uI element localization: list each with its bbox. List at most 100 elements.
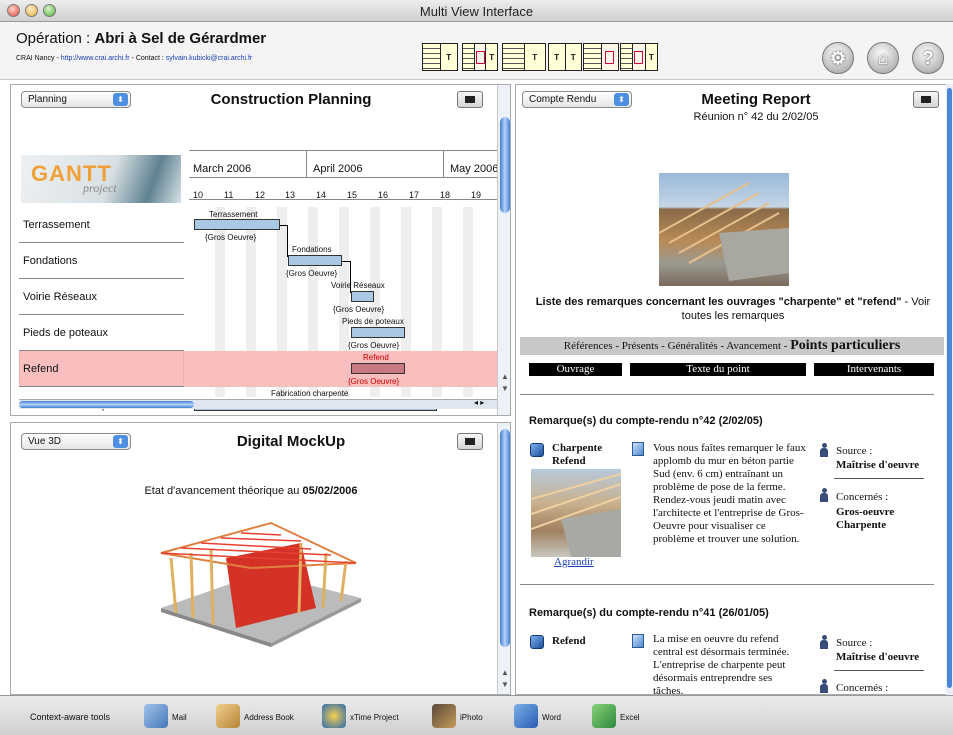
3d-model-view[interactable] <box>151 513 371 648</box>
scroll-down-icon[interactable]: ▼ <box>498 679 510 691</box>
enlarge-photo-link[interactable]: Agrandir <box>554 556 594 568</box>
maximize-view-button[interactable] <box>913 91 939 108</box>
planning-vscrollbar[interactable]: ▲ ▼ <box>497 85 510 415</box>
day-label: 19 <box>471 190 482 200</box>
task-row-terrassement[interactable]: Terrassement <box>19 207 184 243</box>
layout-grid-button[interactable] <box>583 43 619 71</box>
planning-panel: Planning ⬍ Construction Planning GANTT pr… <box>10 84 511 416</box>
column-ouvrage: Ouvrage <box>529 363 622 376</box>
text-block-icon: T <box>532 52 538 62</box>
report-vscrollbar[interactable] <box>946 84 953 695</box>
task-row-voirie[interactable]: Voirie Réseaux <box>19 279 184 315</box>
status-date: 05/02/2006 <box>302 485 358 497</box>
text-block-icon: T <box>570 52 576 62</box>
scroll-up-icon[interactable]: ▲ <box>498 667 510 679</box>
text-block-icon: T <box>648 52 654 62</box>
remark-photo[interactable] <box>530 469 622 557</box>
mockup-title: Digital MockUp <box>236 433 346 450</box>
help-icon: ? <box>922 47 934 68</box>
meeting-site-photo[interactable] <box>658 173 789 286</box>
text-block-icon: T <box>489 52 495 62</box>
layout-doc-chart-text-button[interactable]: T <box>462 43 498 71</box>
context-dock: Context-aware tools Mail Address Book xT… <box>0 695 953 735</box>
layout-double-text-button[interactable]: TT <box>548 43 582 71</box>
dock-iphoto-label[interactable]: iPhoto <box>460 713 483 722</box>
bar-group: {Gros Oeuvre} <box>348 341 400 350</box>
settings-icon: ⚙ <box>829 47 847 68</box>
month-april: April 2006 <box>307 151 444 177</box>
dependency-arrow <box>342 261 351 293</box>
gantt-bar-fondations[interactable] <box>288 255 342 266</box>
gantt-hscrollbar[interactable]: ◂ ▸ <box>19 398 499 409</box>
ouvrage-refend-41[interactable]: Refend <box>552 635 586 647</box>
layout-quad-button[interactable]: T <box>620 43 658 71</box>
iphoto-icon[interactable] <box>432 704 456 728</box>
report-view-selector[interactable]: Compte Rendu ⬍ <box>522 91 632 108</box>
remarks-heading-text: Liste des remarques concernant les ouvra… <box>535 296 902 308</box>
remark-heading-41: Remarque(s) du compte-rendu n°41 (26/01/… <box>529 607 769 619</box>
card-block-icon <box>474 44 487 70</box>
scroll-arrows-icon[interactable]: ◂ ▸ <box>474 398 484 407</box>
mail-icon[interactable] <box>144 704 168 728</box>
dock-addressbook-label[interactable]: Address Book <box>244 713 294 722</box>
dock-word-label[interactable]: Word <box>542 713 561 722</box>
text-block-icon: T <box>549 44 566 70</box>
document-icon <box>632 442 644 456</box>
card-block-icon <box>633 44 646 70</box>
card-block-icon <box>601 44 618 70</box>
task-row-pieds[interactable]: Pieds de poteaux <box>19 315 184 351</box>
dock-excel-label[interactable]: Excel <box>620 713 640 722</box>
report-nav: Références - Présents - Généralités - Av… <box>520 337 944 355</box>
person-icon <box>819 488 829 502</box>
status-text: Etat d'avancement théorique au <box>144 485 303 497</box>
task-row-refend[interactable]: Refend <box>19 351 184 387</box>
nav-points-particuliers[interactable]: Points particuliers <box>790 338 900 353</box>
bar-label: Fabrication charpente <box>271 389 349 398</box>
gantt-bar-refend[interactable] <box>351 363 405 374</box>
vscroll-thumb[interactable] <box>500 117 510 213</box>
gantt-bar-terrassement[interactable] <box>194 219 280 230</box>
hscroll-thumb[interactable] <box>19 401 194 408</box>
task-row-fondations[interactable]: Fondations <box>19 243 184 279</box>
ouvrage-charpente[interactable]: Charpente <box>552 442 602 454</box>
nav-generalites[interactable]: Généralités <box>668 340 718 352</box>
layout-text-button[interactable]: T <box>422 43 458 71</box>
address-book-icon[interactable] <box>216 704 240 728</box>
ouvrage-refend[interactable]: Refend <box>552 455 586 467</box>
xtime-project-icon[interactable] <box>322 704 346 728</box>
nav-avancement[interactable]: Avancement <box>726 340 781 352</box>
home-button[interactable]: ⌂ <box>867 42 899 74</box>
maximize-view-button[interactable] <box>457 433 483 450</box>
dock-xtime-label[interactable]: xTime Project <box>350 713 399 722</box>
day-label: 12 <box>255 190 266 200</box>
list-block-icon <box>423 44 441 70</box>
mockup-view-selector[interactable]: Vue 3D ⬍ <box>21 433 131 450</box>
day-label: 14 <box>316 190 327 200</box>
word-icon[interactable] <box>514 704 538 728</box>
day-label: 16 <box>378 190 389 200</box>
day-label: 11 <box>224 190 234 200</box>
help-button[interactable]: ? <box>912 42 944 74</box>
settings-button[interactable]: ⚙ <box>822 42 854 74</box>
day-label: 13 <box>285 190 296 200</box>
nav-references[interactable]: Références <box>564 340 613 352</box>
ganttproject-logo: GANTT project <box>21 155 181 203</box>
excel-icon[interactable] <box>592 704 616 728</box>
vscroll-thumb[interactable] <box>500 429 510 647</box>
planning-view-selector[interactable]: Planning ⬍ <box>21 91 131 108</box>
gantt-bar-voirie[interactable] <box>351 291 374 302</box>
mockup-vscrollbar[interactable]: ▲ ▼ <box>497 423 510 694</box>
maximize-view-button[interactable] <box>457 91 483 108</box>
dock-mail-label[interactable]: Mail <box>172 713 187 722</box>
crai-link[interactable]: http://www.crai.archi.fr <box>61 55 130 62</box>
scroll-up-icon[interactable]: ▲ <box>498 371 510 383</box>
contact-email-link[interactable]: sylvain.kubicki@crai.archi.fr <box>166 55 252 62</box>
concerned-label: Concernés : <box>836 682 889 694</box>
vscroll-thumb[interactable] <box>947 88 952 688</box>
layout-gantt-text-button[interactable]: T <box>502 43 546 71</box>
gantt-bar-pieds[interactable] <box>351 327 405 338</box>
nav-presents[interactable]: Présents <box>622 340 659 352</box>
operation-title: Opération : Abri à Sel de Gérardmer <box>16 30 266 47</box>
scroll-down-icon[interactable]: ▼ <box>498 383 510 395</box>
report-title: Meeting Report <box>701 91 811 108</box>
